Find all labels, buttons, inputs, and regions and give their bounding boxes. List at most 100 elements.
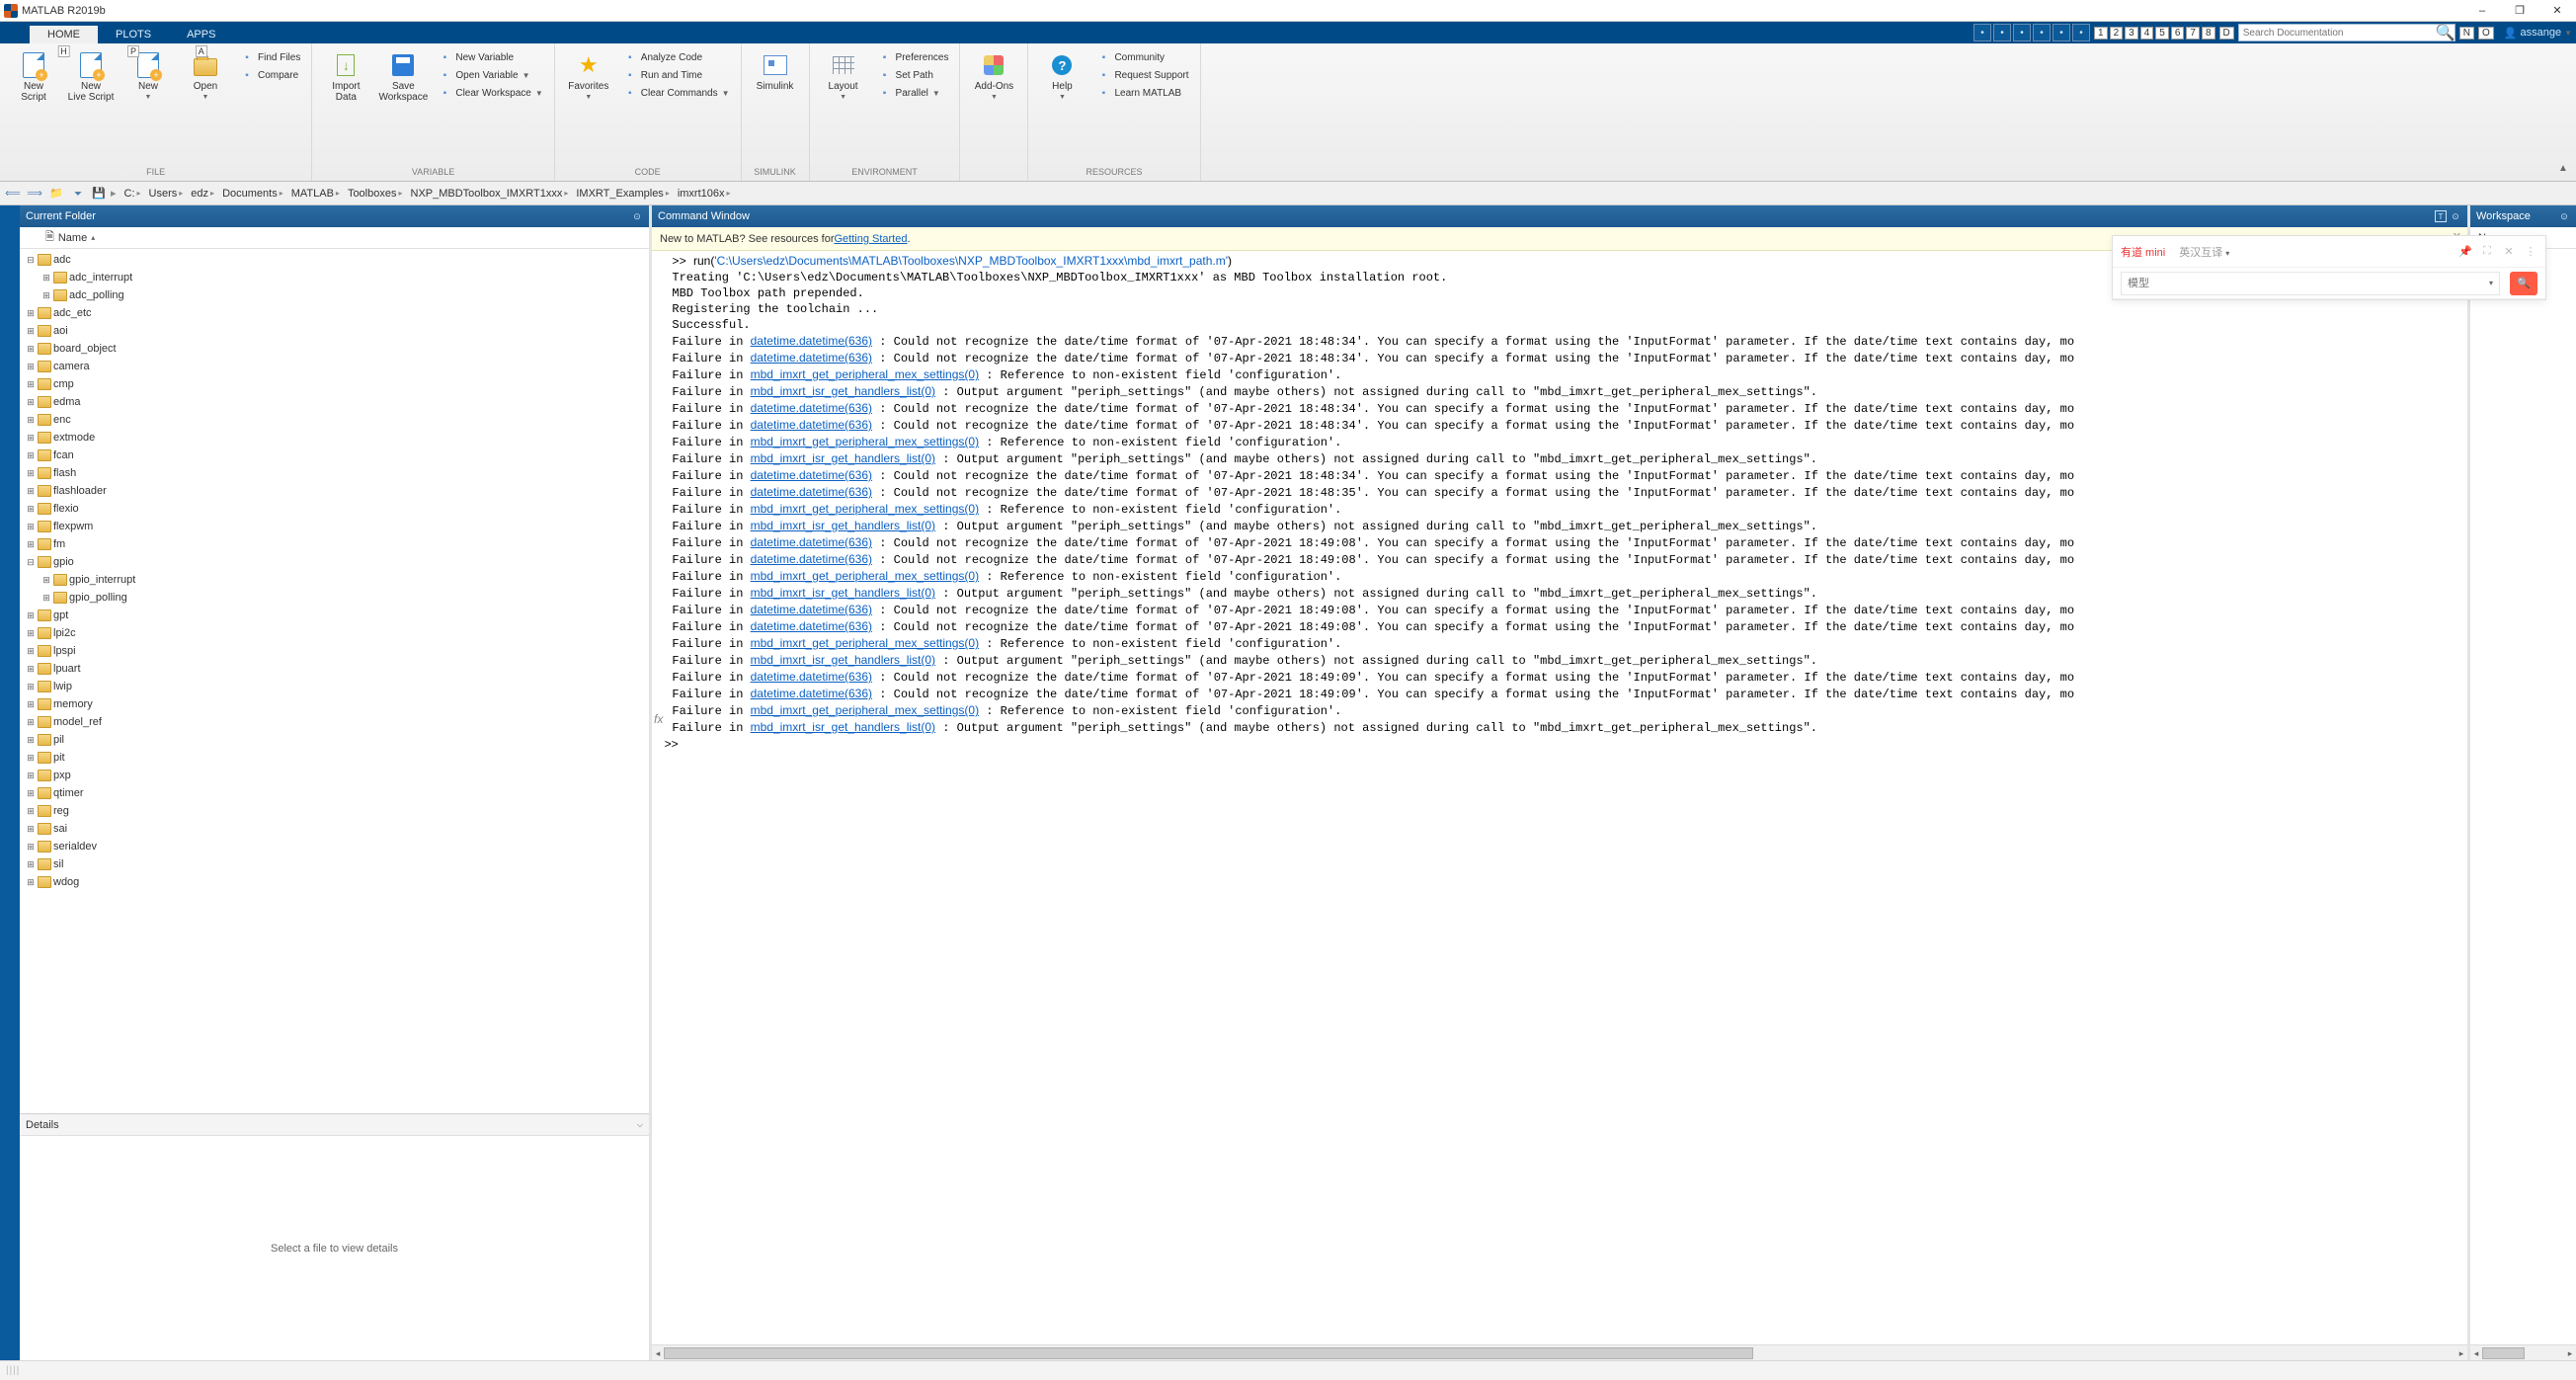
folder-node[interactable]: ⊞ memory bbox=[20, 695, 649, 713]
expand-icon[interactable]: ⊞ bbox=[26, 646, 36, 657]
folder-node[interactable]: ⊞ flexio bbox=[20, 500, 649, 518]
collapse-icon[interactable]: ⊟ bbox=[26, 255, 36, 266]
chevron-right-icon[interactable]: ▸ bbox=[179, 189, 183, 198]
translator-search[interactable]: ▾ bbox=[2121, 272, 2500, 295]
expand-icon[interactable]: ⊞ bbox=[26, 433, 36, 444]
breadcrumb-item[interactable]: imxrt106x▸ bbox=[674, 188, 735, 200]
chevron-right-icon[interactable]: ▸ bbox=[336, 189, 340, 198]
tab-apps[interactable]: APPSA bbox=[169, 26, 233, 43]
preferences-button[interactable]: ▪Preferences bbox=[875, 49, 952, 65]
find-files-button[interactable]: ▪Find Files bbox=[237, 49, 303, 65]
scroll-right-icon[interactable]: ▸ bbox=[2455, 1345, 2467, 1361]
tab-plots[interactable]: PLOTSP bbox=[98, 26, 169, 43]
expand-icon[interactable]: ⊞ bbox=[26, 468, 36, 479]
breadcrumb-item[interactable]: C:▸ bbox=[121, 188, 145, 200]
error-link[interactable]: mbd_imxrt_get_peripheral_mex_settings(0) bbox=[751, 569, 979, 583]
folder-node[interactable]: ⊞ fcan bbox=[20, 446, 649, 464]
error-link[interactable]: mbd_imxrt_isr_get_handlers_list(0) bbox=[751, 586, 935, 600]
error-link[interactable]: mbd_imxrt_isr_get_handlers_list(0) bbox=[751, 384, 935, 398]
error-link[interactable]: datetime.datetime(636) bbox=[751, 670, 872, 684]
expand-icon[interactable]: ⊞ bbox=[26, 308, 36, 319]
folder-node[interactable]: ⊞ flexpwm bbox=[20, 518, 649, 535]
analyze-code-button[interactable]: ▪Analyze Code bbox=[620, 49, 733, 65]
folder-node[interactable]: ⊞ fm bbox=[20, 535, 649, 553]
panel-menu-icon[interactable]: ⊙ bbox=[631, 210, 643, 222]
translator-tab-active[interactable]: 有道 mini bbox=[2121, 244, 2165, 260]
details-header[interactable]: Details ⌵ bbox=[20, 1114, 649, 1136]
nav-back-button[interactable]: ⟸ bbox=[4, 185, 22, 203]
folder-node[interactable]: ⊞ flashloader bbox=[20, 482, 649, 500]
error-link[interactable]: datetime.datetime(636) bbox=[751, 351, 872, 365]
learn-matlab-button[interactable]: ▪Learn MATLAB bbox=[1093, 85, 1191, 101]
close-button[interactable]: ✕ bbox=[2538, 0, 2576, 22]
expand-icon[interactable]: ⊞ bbox=[26, 788, 36, 799]
panel-header[interactable]: Command Window T ⊙ bbox=[652, 205, 2467, 227]
horizontal-scrollbar[interactable]: ◂ ▸ bbox=[652, 1344, 2467, 1360]
panel-menu-icon[interactable]: ⊙ bbox=[2450, 210, 2461, 222]
folder-node[interactable]: ⊞ extmode bbox=[20, 429, 649, 446]
collapse-icon[interactable]: ⊟ bbox=[26, 557, 36, 568]
user-menu[interactable]: 👤 assange ▼ bbox=[2504, 27, 2572, 40]
folder-node[interactable]: ⊞ pit bbox=[20, 749, 649, 767]
expand-icon[interactable]: ⊞ bbox=[26, 806, 36, 817]
folder-node[interactable]: ⊞ model_ref bbox=[20, 713, 649, 731]
folder-node[interactable]: ⊞ sai bbox=[20, 820, 649, 838]
panel-header[interactable]: Workspace ⊙ bbox=[2470, 205, 2576, 227]
folder-node[interactable]: ⊞ serialdev bbox=[20, 838, 649, 855]
error-link[interactable]: datetime.datetime(636) bbox=[751, 619, 872, 633]
minimize-button[interactable]: – bbox=[2463, 0, 2501, 22]
folder-tree[interactable]: ⊟ adc⊞ adc_interrupt⊞ adc_polling⊞ adc_e… bbox=[20, 249, 649, 1113]
chevron-right-icon[interactable]: ▸ bbox=[210, 189, 214, 198]
ribbon-collapse-button[interactable]: ▲ bbox=[2558, 163, 2572, 177]
expand-icon[interactable]: ⊞ bbox=[26, 344, 36, 355]
error-link[interactable]: mbd_imxrt_isr_get_handlers_list(0) bbox=[751, 653, 935, 667]
quick-access-button[interactable]: • bbox=[2033, 24, 2051, 41]
doc-search[interactable]: 🔍 bbox=[2238, 24, 2455, 41]
expand-icon[interactable]: ⊞ bbox=[26, 664, 36, 675]
breadcrumb-item[interactable]: MATLAB▸ bbox=[287, 188, 344, 200]
quick-access-button[interactable]: • bbox=[2013, 24, 2031, 41]
error-link[interactable]: datetime.datetime(636) bbox=[751, 535, 872, 549]
error-link[interactable]: mbd_imxrt_get_peripheral_mex_settings(0) bbox=[751, 435, 979, 448]
translator-tab[interactable]: 英汉互译 ▾ bbox=[2179, 244, 2229, 260]
panel-menu-icon[interactable]: ⊙ bbox=[2558, 210, 2570, 222]
nav-history-button[interactable]: 🞃 bbox=[69, 185, 87, 203]
folder-node[interactable]: ⊞ reg bbox=[20, 802, 649, 820]
expand-icon[interactable]: ⊞ bbox=[26, 379, 36, 390]
maximize-button[interactable]: ❐ bbox=[2501, 0, 2538, 22]
command-window[interactable]: >> run('C:\Users\edz\Documents\MATLAB\To… bbox=[652, 251, 2467, 1344]
community-button[interactable]: ▪Community bbox=[1093, 49, 1191, 65]
expand-icon[interactable]: ⊞ bbox=[26, 877, 36, 888]
expand-icon[interactable]: ⊞ bbox=[26, 610, 36, 621]
run-and-time-button[interactable]: ▪Run and Time bbox=[620, 67, 733, 83]
tab-home[interactable]: HOMEH bbox=[30, 26, 98, 43]
expand-icon[interactable]: ⊞ bbox=[26, 326, 36, 337]
breadcrumb-item[interactable]: Users▸ bbox=[145, 188, 188, 200]
scroll-right-icon[interactable]: ▸ bbox=[2564, 1345, 2576, 1361]
folder-node[interactable]: ⊞ sil bbox=[20, 855, 649, 873]
error-link[interactable]: mbd_imxrt_get_peripheral_mex_settings(0) bbox=[751, 367, 979, 381]
chevron-right-icon[interactable]: ▸ bbox=[564, 189, 568, 198]
breadcrumb-item[interactable]: edz▸ bbox=[187, 188, 218, 200]
quick-access-button[interactable]: • bbox=[2053, 24, 2070, 41]
expand-icon[interactable]: ⊞ bbox=[26, 397, 36, 408]
chevron-right-icon[interactable]: ▸ bbox=[280, 189, 283, 198]
expand-icon[interactable]: ⊞ bbox=[26, 771, 36, 781]
folder-node[interactable]: ⊞ lpuart bbox=[20, 660, 649, 678]
folder-node[interactable]: ⊞ edma bbox=[20, 393, 649, 411]
save-workspace-button[interactable]: Save Workspace bbox=[375, 47, 431, 107]
breadcrumb-item[interactable]: NXP_MBDToolbox_IMXRT1xxx▸ bbox=[407, 188, 573, 200]
folder-node[interactable]: ⊞ adc_polling bbox=[20, 286, 649, 304]
expand-icon[interactable]: ⊞ bbox=[26, 682, 36, 692]
more-icon[interactable]: ⋮ bbox=[2524, 245, 2537, 259]
folder-node[interactable]: ⊞ adc_interrupt bbox=[20, 269, 649, 286]
folder-node[interactable]: ⊞ cmp bbox=[20, 375, 649, 393]
expand-icon[interactable]: ⊞ bbox=[26, 842, 36, 852]
expand-icon[interactable]: ⊞ bbox=[26, 735, 36, 746]
breadcrumb-item[interactable]: Documents▸ bbox=[218, 188, 287, 200]
folder-node[interactable]: ⊞ aoi bbox=[20, 322, 649, 340]
pin-icon[interactable]: 📌 bbox=[2458, 245, 2472, 259]
nav-forward-button[interactable]: ⟹ bbox=[26, 185, 43, 203]
nav-up-button[interactable]: 📁 bbox=[47, 185, 65, 203]
translator-overlay[interactable]: 有道 mini 英汉互译 ▾ 📌 ⛶ ✕ ⋮ ▾ 🔍 bbox=[2112, 235, 2546, 300]
